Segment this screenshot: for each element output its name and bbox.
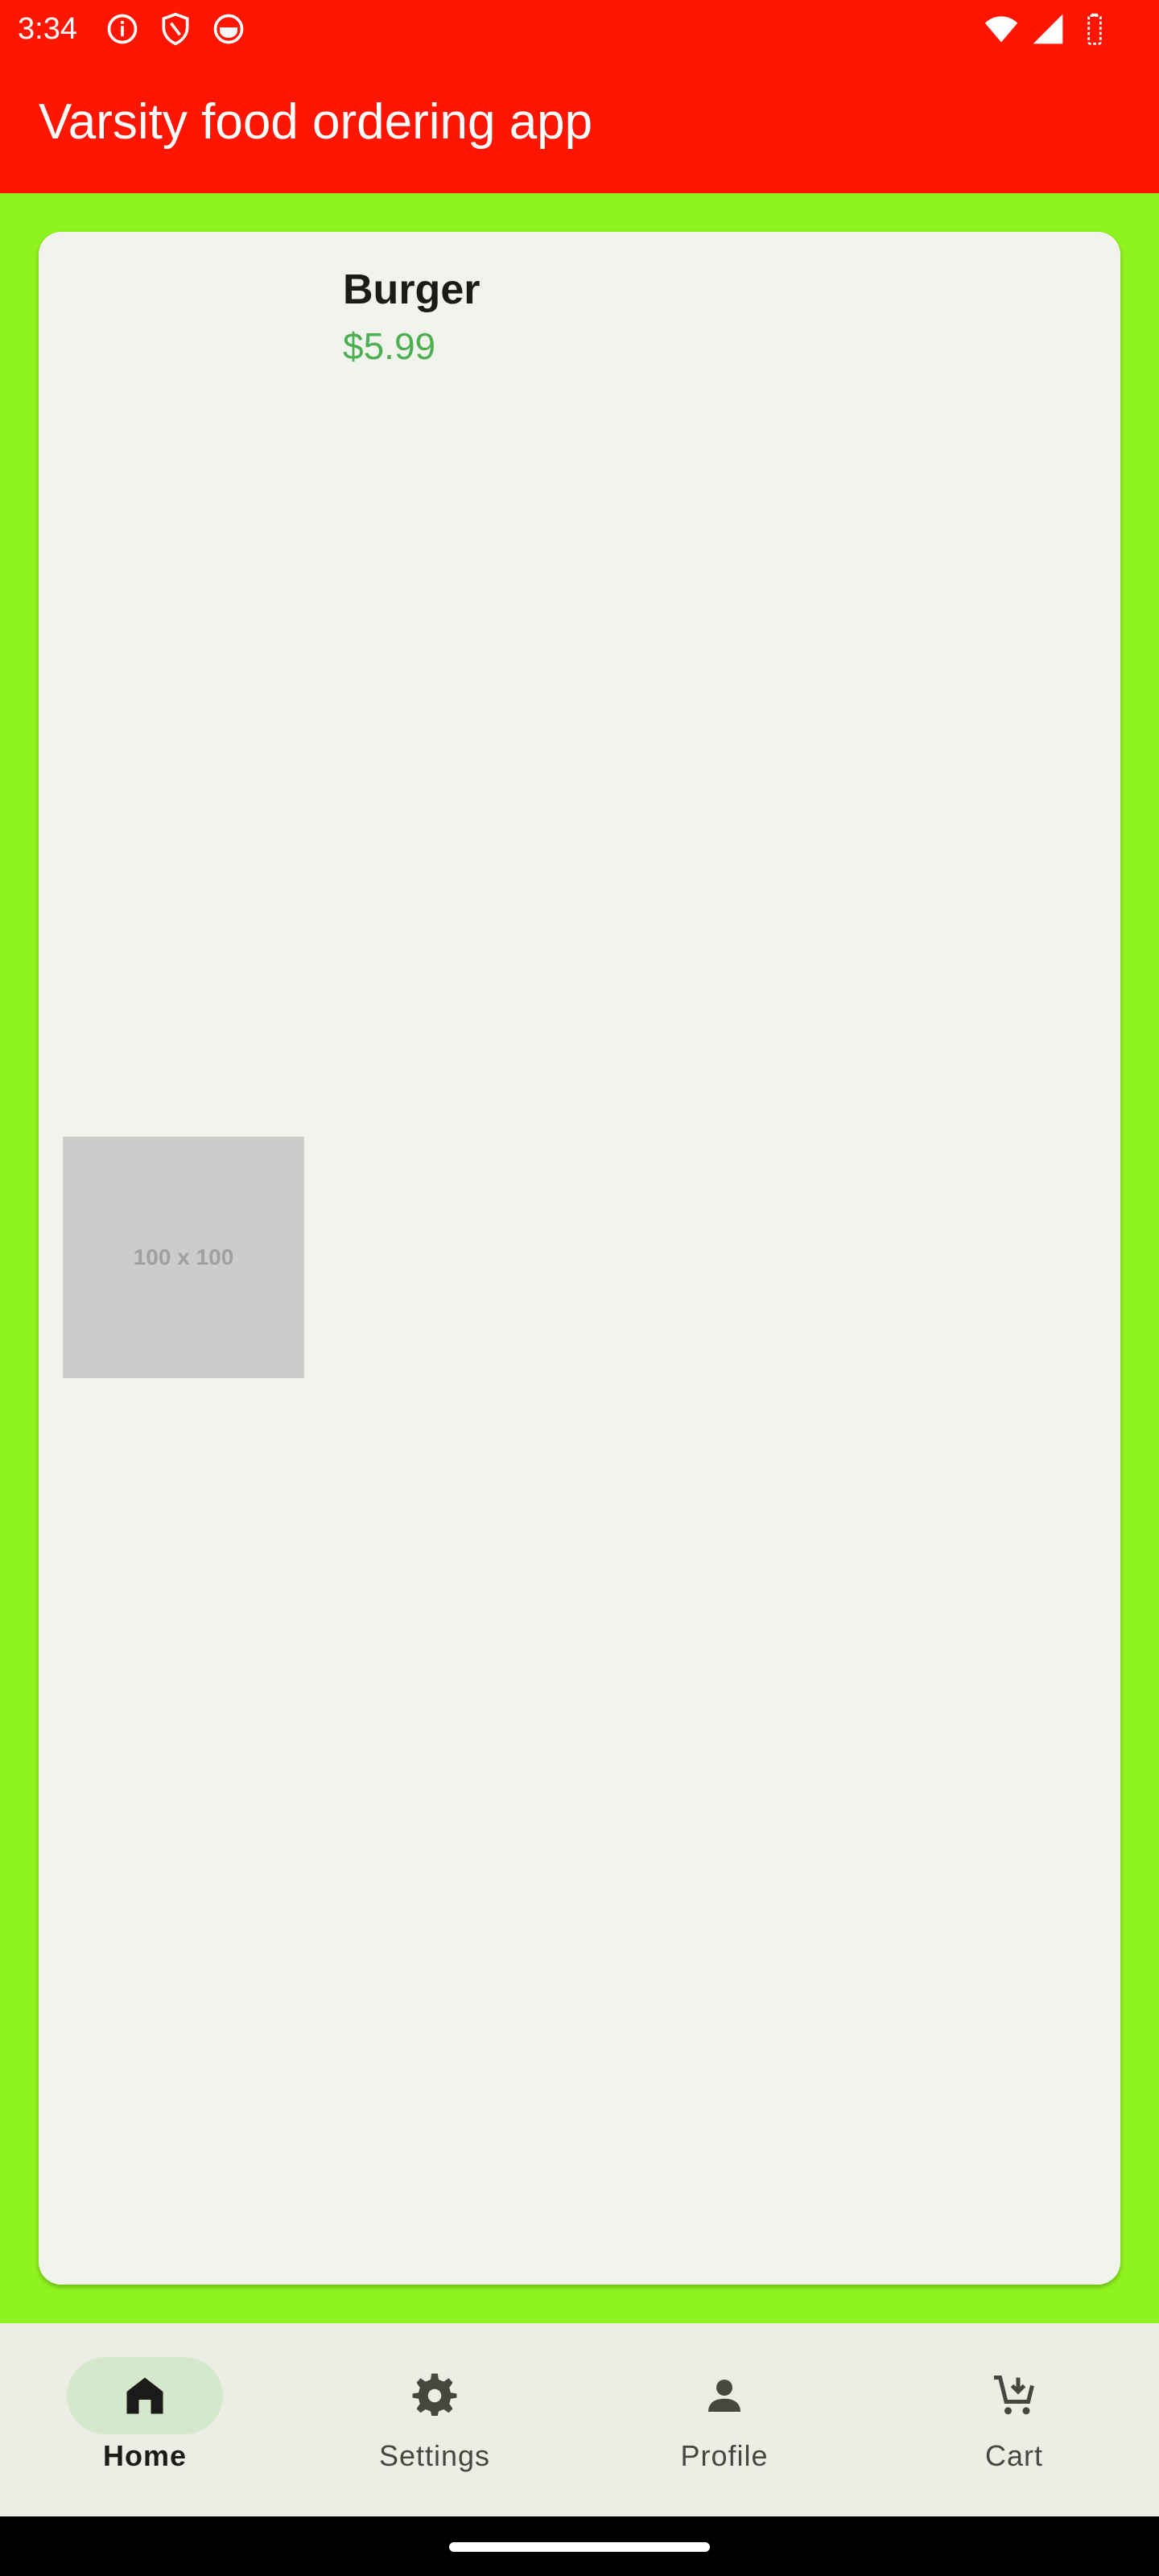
status-right-icons bbox=[984, 11, 1112, 47]
food-item-name: Burger bbox=[343, 266, 481, 313]
notification-app-icon bbox=[211, 11, 246, 47]
nav-item-cart[interactable]: Cart bbox=[869, 2323, 1159, 2516]
nav-indicator bbox=[67, 2357, 223, 2434]
nav-label-settings: Settings bbox=[378, 2439, 491, 2472]
nav-item-settings[interactable]: Settings bbox=[290, 2323, 580, 2516]
gesture-handle[interactable] bbox=[449, 2542, 710, 2552]
cart-add-icon bbox=[994, 2376, 1034, 2415]
nav-indicator bbox=[936, 2357, 1092, 2434]
wifi-icon bbox=[984, 11, 1019, 47]
app-title: Varsity food ordering app bbox=[39, 94, 593, 150]
image-placeholder-label: 100 x 100 bbox=[133, 1245, 234, 1269]
system-navigation-bar bbox=[0, 2516, 1159, 2576]
battery-icon bbox=[1077, 11, 1112, 47]
food-image-placeholder: 100 x 100 bbox=[63, 1137, 304, 1378]
app-screen: 3:34 Varsity food ordering app 100 x 100… bbox=[0, 0, 1159, 2576]
shield-icon bbox=[158, 11, 193, 47]
food-item-price: $5.99 bbox=[343, 325, 436, 367]
status-left-icons bbox=[105, 11, 246, 47]
nav-label-cart: Cart bbox=[984, 2439, 1043, 2472]
nav-label-profile: Profile bbox=[680, 2439, 769, 2472]
nav-label-home: Home bbox=[102, 2439, 188, 2472]
status-time: 3:34 bbox=[18, 12, 77, 46]
nav-indicator bbox=[646, 2357, 802, 2434]
app-bar: Varsity food ordering app bbox=[0, 58, 1159, 193]
food-item-card[interactable]: 100 x 100 Burger $5.99 bbox=[39, 232, 1120, 2285]
nav-indicator bbox=[357, 2357, 513, 2434]
home-icon bbox=[126, 2377, 163, 2414]
person-icon bbox=[708, 2380, 740, 2412]
signal-icon bbox=[1030, 11, 1066, 47]
content-area: 100 x 100 Burger $5.99 bbox=[0, 193, 1159, 2323]
nav-item-home[interactable]: Home bbox=[0, 2323, 290, 2516]
nav-item-profile[interactable]: Profile bbox=[580, 2323, 869, 2516]
info-icon bbox=[105, 11, 140, 47]
bottom-navigation: Home Settings Profile Cart bbox=[0, 2323, 1159, 2516]
status-bar: 3:34 bbox=[0, 0, 1159, 58]
gear-icon bbox=[412, 2373, 457, 2416]
